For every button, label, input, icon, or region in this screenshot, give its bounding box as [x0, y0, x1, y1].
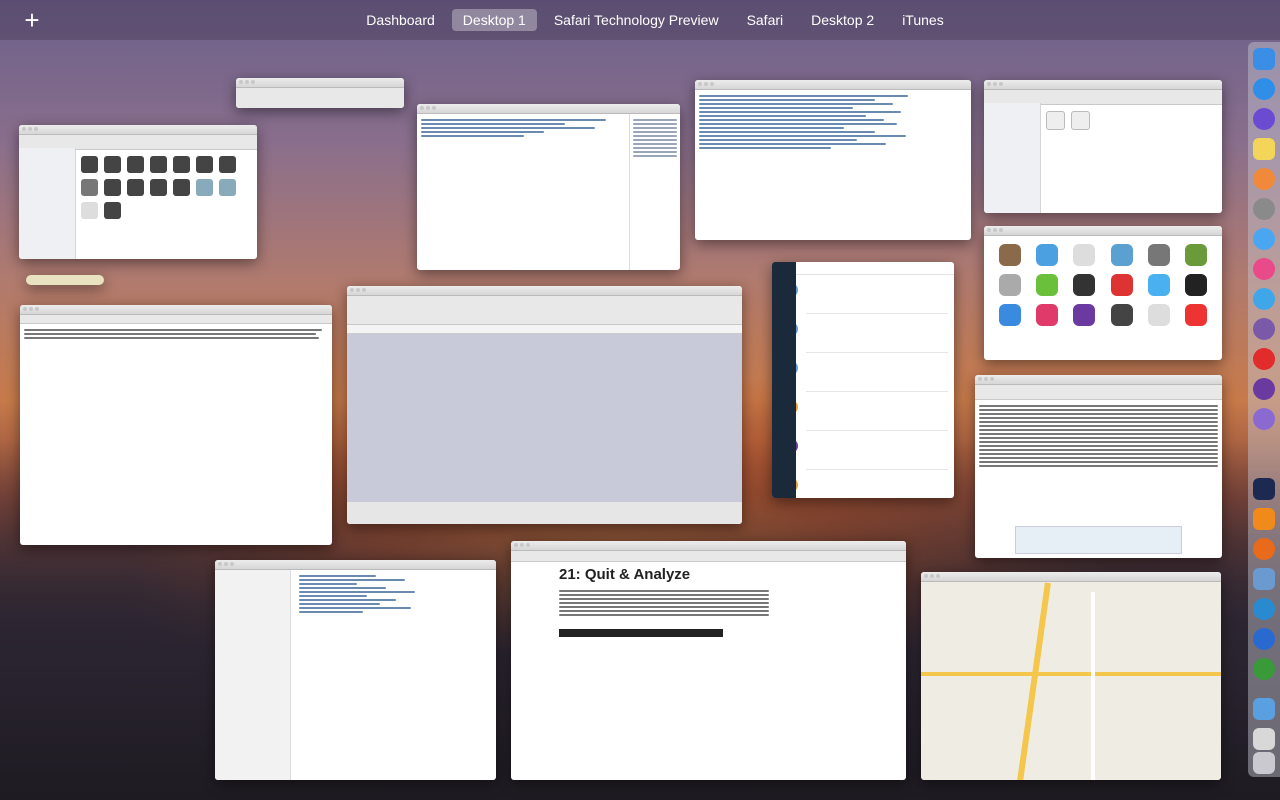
window-titlebar	[236, 78, 404, 88]
document-text	[20, 324, 332, 344]
siri-icon[interactable]	[1253, 108, 1275, 130]
safari-icon[interactable]	[1253, 78, 1275, 100]
text-content	[417, 114, 630, 142]
code-content	[295, 570, 496, 618]
track-area	[347, 334, 742, 502]
window-titlebar	[984, 226, 1222, 236]
window-activity-monitor[interactable]	[975, 375, 1222, 558]
space-dashboard[interactable]: Dashboard	[355, 9, 446, 31]
window-titlebar	[19, 125, 257, 135]
window-titlebar	[347, 286, 742, 296]
podcast-icon[interactable]	[1253, 378, 1275, 400]
article-title: 21: Quit & Analyze	[559, 566, 691, 583]
finder-sidebar	[19, 148, 76, 259]
app-blocker-icon[interactable]	[1253, 318, 1275, 340]
list-item[interactable]	[784, 439, 948, 470]
system-preferences-icon[interactable]	[1253, 198, 1275, 220]
window-titlebar	[984, 80, 1222, 90]
itunes-icon[interactable]	[1253, 258, 1275, 280]
notes-icon[interactable]	[1253, 138, 1275, 160]
selection-toolbar	[347, 502, 742, 524]
window-titlebar	[20, 305, 332, 315]
process-list	[975, 400, 1222, 472]
twitter-header	[796, 262, 954, 275]
vlc-icon[interactable]	[1253, 508, 1275, 530]
space-safari[interactable]: Safari	[736, 9, 795, 31]
preview-icon[interactable]	[1253, 568, 1275, 590]
space-safari-technology-preview[interactable]: Safari Technology Preview	[543, 9, 730, 31]
applications-grid	[984, 236, 1222, 334]
list-item[interactable]	[784, 400, 948, 431]
messages-icon[interactable]	[1253, 228, 1275, 250]
window-maps[interactable]	[921, 572, 1221, 780]
twitter-icon[interactable]	[1253, 288, 1275, 310]
dock	[1248, 42, 1280, 777]
finder-icon[interactable]	[1253, 48, 1275, 70]
finder-sidebar	[984, 103, 1041, 213]
audio-player[interactable]	[559, 629, 723, 637]
window-text-document[interactable]	[20, 305, 332, 545]
article-body	[511, 585, 773, 621]
window-toolbar	[20, 315, 332, 324]
downloads-icon[interactable]	[1253, 728, 1275, 750]
trash-icon[interactable]	[1253, 752, 1275, 774]
window-finder-small[interactable]	[984, 80, 1222, 213]
firefox-icon[interactable]	[1253, 538, 1275, 560]
network-icon[interactable]	[1253, 598, 1275, 620]
spaces-bar: + Dashboard Desktop 1 Safari Technology …	[0, 0, 1280, 40]
window-toolbar	[236, 88, 404, 108]
photos-icon[interactable]	[1253, 168, 1275, 190]
fetch-icon[interactable]	[1253, 628, 1275, 650]
space-itunes[interactable]: iTunes	[891, 9, 955, 31]
file-sidebar	[215, 570, 291, 780]
window-titlebar	[511, 541, 906, 551]
window-applications[interactable]	[984, 226, 1222, 360]
space-desktop-2[interactable]: Desktop 2	[800, 9, 885, 31]
window-titlebar	[215, 560, 496, 570]
map-road	[1017, 582, 1051, 780]
opera-icon[interactable]	[1253, 348, 1275, 370]
space-desktop-1[interactable]: Desktop 1	[451, 9, 537, 31]
window-article[interactable]: 21: Quit & Analyze	[511, 541, 906, 780]
map-road	[1091, 592, 1095, 780]
window-toolbar	[975, 385, 1222, 400]
window-small-pill[interactable]	[26, 275, 104, 285]
window-twitter[interactable]	[772, 262, 954, 498]
window-toolbar	[511, 551, 906, 562]
leaf-icon[interactable]	[1253, 658, 1275, 680]
window-audio-editor[interactable]	[347, 286, 742, 524]
window-code-editor[interactable]	[215, 560, 496, 780]
window-titlebar	[975, 375, 1222, 385]
twitter-sidebar	[772, 262, 796, 498]
window-titlebar	[695, 80, 971, 90]
window-toolbar	[347, 296, 742, 325]
map-road	[921, 672, 1221, 676]
list-item[interactable]	[784, 478, 948, 498]
memory-graph	[1015, 526, 1182, 554]
list-item[interactable]	[784, 283, 948, 314]
folder-icon[interactable]	[1253, 698, 1275, 720]
user-list-pane	[629, 114, 680, 270]
photoshop-icon[interactable]	[1253, 478, 1275, 500]
space-list: Dashboard Desktop 1 Safari Technology Pr…	[0, 0, 1280, 40]
window-titlebar	[921, 572, 1221, 582]
list-item[interactable]	[784, 361, 948, 392]
window-irc-text[interactable]	[417, 104, 680, 270]
window-titlebar	[417, 104, 680, 114]
window-finder-icons[interactable]	[19, 125, 257, 259]
window-small-toolbar[interactable]	[236, 78, 404, 108]
chat-content	[695, 90, 923, 154]
list-item[interactable]	[784, 322, 948, 353]
window-chat-log[interactable]	[695, 80, 971, 240]
clock-icon[interactable]	[1253, 408, 1275, 430]
timeline-ruler	[347, 325, 742, 334]
